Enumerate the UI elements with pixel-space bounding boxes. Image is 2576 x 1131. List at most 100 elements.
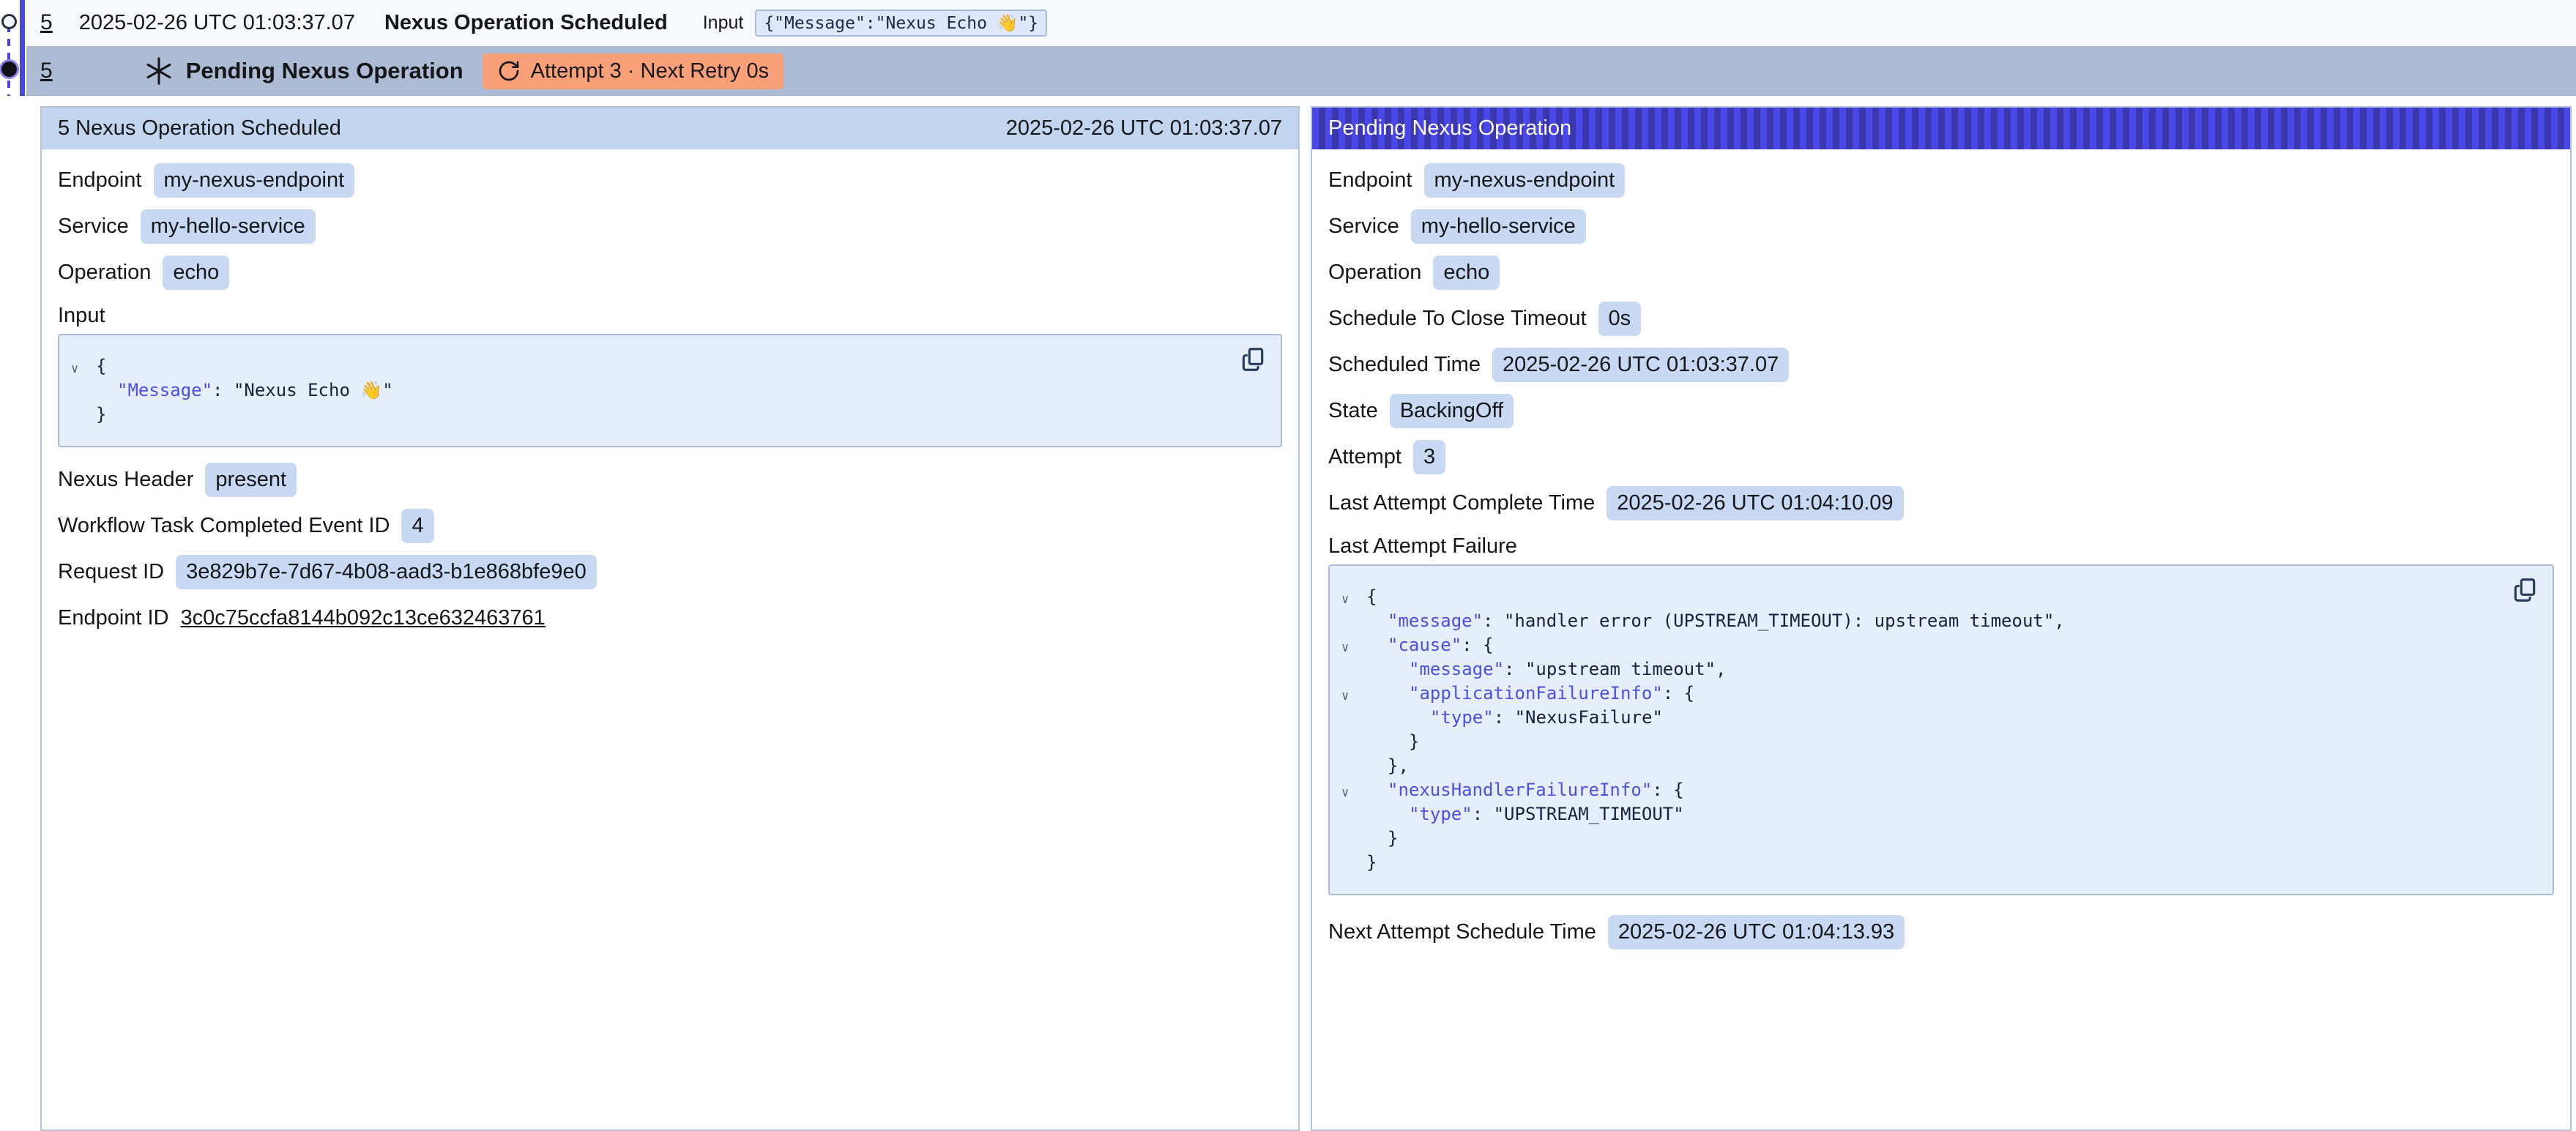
json-line: ∨"nexusHandlerFailureInfo": {	[1330, 778, 2501, 802]
event-name: Nexus Operation Scheduled	[384, 11, 668, 35]
json-text: : "Nexus Echo 👋"	[212, 380, 393, 400]
field-label: Endpoint ID	[58, 606, 169, 630]
event-input-preview-chip: {"Message":"Nexus Echo 👋"}	[755, 10, 1047, 37]
copy-icon	[2511, 576, 2539, 604]
field-row: Request ID3e829b7e-7d67-4b08-aad3-b1e868…	[58, 556, 1282, 588]
retry-badge-text: Attempt 3 · Next Retry 0s	[531, 59, 770, 83]
field-row: Service my-hello-service	[58, 210, 1282, 242]
timeline-node-pending[interactable]	[1, 61, 17, 77]
timeline-dashed-line	[7, 25, 10, 96]
field-label: Operation	[1328, 261, 1421, 285]
event-row-nexus-operation-scheduled[interactable]: 5 2025-02-26 UTC 01:03:37.07 Nexus Opera…	[26, 0, 2576, 45]
field-value-chip: 0s	[1598, 302, 1642, 336]
json-line: }	[1330, 851, 2501, 875]
json-line: }	[1330, 826, 2501, 851]
json-line: }	[1330, 730, 2501, 754]
field-label: Operation	[58, 261, 151, 285]
failure-json-block: ∨{"message": "handler error (UPSTREAM_TI…	[1328, 564, 2554, 895]
json-key: "type"	[1430, 707, 1494, 728]
last-attempt-failure-label: Last Attempt Failure	[1328, 533, 2554, 559]
json-key: "message"	[1409, 659, 1504, 679]
field-row: Endpoint ID 3c0c75ccfa8144b092c13ce632463…	[58, 602, 1282, 634]
field-value-chip: my-nexus-endpoint	[154, 163, 355, 198]
field-label: Request ID	[58, 560, 164, 584]
field-value-chip: my-hello-service	[141, 209, 316, 244]
json-line: "type": "NexusFailure"	[1330, 706, 2501, 730]
json-key: "applicationFailureInfo"	[1409, 683, 1663, 703]
pending-event-name: Pending Nexus Operation	[186, 58, 464, 84]
panel-title: Pending Nexus Operation	[1328, 116, 1571, 141]
json-line: }	[59, 403, 1229, 427]
panel-header: Pending Nexus Operation	[1312, 108, 2570, 149]
json-text: : "upstream timeout",	[1504, 659, 1726, 679]
json-text: }	[1409, 731, 1419, 752]
field-label: Endpoint	[1328, 168, 1412, 193]
field-row: Nexus Headerpresent	[58, 463, 1282, 496]
field-value-chip: my-hello-service	[1411, 209, 1586, 244]
panel-title: 5 Nexus Operation Scheduled	[58, 116, 341, 141]
panel-nexus-operation-scheduled: 5 Nexus Operation Scheduled 2025-02-26 U…	[40, 106, 1300, 1131]
json-text: : {	[1663, 683, 1694, 703]
field-row: Workflow Task Completed Event ID 4	[58, 509, 1282, 542]
json-text: }	[96, 404, 106, 425]
field-value-chip: 3	[1413, 440, 1445, 474]
pending-asterisk-icon	[142, 54, 176, 88]
copy-icon	[1239, 346, 1267, 373]
event-id-link[interactable]: 5	[40, 10, 53, 35]
field-label: Endpoint	[58, 168, 142, 193]
json-text: : "NexusFailure"	[1494, 707, 1663, 728]
field-label: Workflow Task Completed Event ID	[58, 514, 390, 538]
field-label: Nexus Header	[58, 468, 193, 492]
field-label: Next Attempt Schedule Time	[1328, 920, 1596, 944]
json-text: : {	[1652, 780, 1683, 800]
field-value-link[interactable]: 3c0c75ccfa8144b092c13ce632463761	[181, 606, 546, 630]
json-key: "nexusHandlerFailureInfo"	[1388, 780, 1652, 800]
field-row: Endpoint my-nexus-endpoint	[1328, 164, 2554, 196]
copy-button[interactable]	[1237, 344, 1269, 376]
input-section-label: Input	[58, 302, 1282, 329]
json-text: },	[1388, 755, 1409, 776]
field-label: Scheduled Time	[1328, 353, 1481, 377]
panel-pending-nexus-operation: Pending Nexus Operation Endpoint my-nexus…	[1311, 106, 2572, 1131]
json-key: "message"	[1388, 611, 1483, 631]
json-line: "message": "upstream timeout",	[1330, 657, 2501, 682]
field-value-chip: echo	[1433, 255, 1500, 290]
event-input-label: Input	[703, 12, 744, 34]
json-text: : "UPSTREAM_TIMEOUT"	[1473, 804, 1684, 824]
json-text: }	[1388, 828, 1398, 848]
field-value-chip: 4	[401, 509, 433, 543]
field-value-chip: 2025-02-26 UTC 01:04:10.09	[1607, 486, 1903, 520]
retry-icon	[497, 59, 521, 83]
event-id-link[interactable]: 5	[40, 59, 53, 83]
json-line: ∨{	[1330, 585, 2501, 609]
field-label: Schedule To Close Timeout	[1328, 307, 1587, 331]
field-row: Scheduled Time2025-02-26 UTC 01:03:37.07	[1328, 348, 2554, 381]
field-row: Operation echo	[58, 256, 1282, 288]
field-row: Last Attempt Complete Time 2025-02-26 UTC…	[1328, 487, 2554, 519]
json-line: ∨"applicationFailureInfo": {	[1330, 682, 2501, 706]
copy-button[interactable]	[2509, 575, 2541, 607]
json-text: }	[1366, 852, 1377, 873]
timeline-active-bar	[20, 0, 25, 96]
json-text: {	[1366, 586, 1377, 607]
json-line: ∨{	[59, 354, 1229, 378]
field-row: Servicemy-hello-service	[1328, 210, 2554, 242]
field-row: Next Attempt Schedule Time2025-02-26 UTC…	[1328, 916, 2554, 948]
panel-header: 5 Nexus Operation Scheduled 2025-02-26 U…	[42, 108, 1298, 149]
field-row: Attempt 3	[1328, 441, 2554, 473]
timeline-node-scheduled[interactable]	[1, 14, 17, 29]
field-value-chip: my-nexus-endpoint	[1424, 163, 1626, 198]
panel-timestamp: 2025-02-26 UTC 01:03:37.07	[1006, 116, 1282, 141]
field-label: Service	[58, 214, 129, 239]
json-key: "type"	[1409, 804, 1473, 824]
field-label: State	[1328, 399, 1378, 423]
field-label: Attempt	[1328, 445, 1401, 469]
field-row: Operation echo	[1328, 256, 2554, 288]
json-text: {	[96, 356, 106, 376]
retry-attempt-badge: Attempt 3 · Next Retry 0s	[483, 53, 784, 89]
field-row: StateBackingOff	[1328, 395, 2554, 427]
field-value-chip: echo	[163, 255, 229, 290]
json-line: ∨"cause": {	[1330, 633, 2501, 657]
event-row-pending-nexus-operation[interactable]: 5 Pending Nexus Operation Attempt 3 · Ne…	[26, 46, 2576, 96]
field-label: Last Attempt Complete Time	[1328, 491, 1595, 515]
